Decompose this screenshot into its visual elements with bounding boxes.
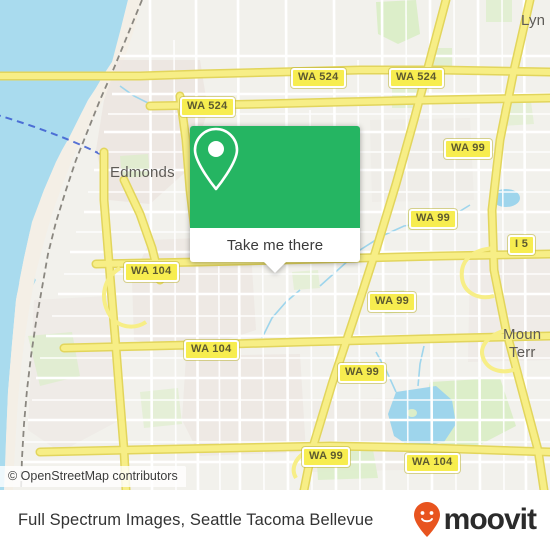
popup-tail-pointer <box>264 262 286 273</box>
map-screenshot: Edmonds Lyn Moun Terr WA 524 WA 524 WA 5… <box>0 0 550 550</box>
take-me-there-label: Take me there <box>226 236 324 254</box>
route-shield-wa99-d[interactable]: WA 99 <box>338 363 387 383</box>
route-shield-wa99-b[interactable]: WA 99 <box>409 209 458 229</box>
moovit-logo[interactable]: moovit <box>412 501 537 539</box>
route-shield-wa104-c[interactable]: WA 104 <box>405 453 460 473</box>
route-shield-wa524-a[interactable]: WA 524 <box>291 68 346 88</box>
route-shield-wa104-b[interactable]: WA 104 <box>184 340 239 360</box>
moovit-wordmark: moovit <box>443 503 537 536</box>
map-pin-icon <box>193 127 239 191</box>
water-lake-ballinger <box>388 386 456 448</box>
route-shield-wa99-c[interactable]: WA 99 <box>368 292 417 312</box>
location-popup-card[interactable]: Take me there <box>190 126 360 273</box>
footer-title: Full Spectrum Images, Seattle Tacoma Bel… <box>18 510 374 529</box>
osm-attribution[interactable]: © OpenStreetMap contributors <box>0 466 186 487</box>
route-shield-wa104-a[interactable]: WA 104 <box>124 262 179 282</box>
route-shield-wa99-a[interactable]: WA 99 <box>444 139 493 159</box>
map-canvas[interactable]: Edmonds Lyn Moun Terr WA 524 WA 524 WA 5… <box>0 0 550 490</box>
route-shield-wa524-b[interactable]: WA 524 <box>389 68 444 88</box>
route-shield-wa99-e[interactable]: WA 99 <box>302 447 351 467</box>
popup-header <box>190 126 360 228</box>
popup-footer[interactable]: Take me there <box>190 228 360 262</box>
footer-bar: Full Spectrum Images, Seattle Tacoma Bel… <box>0 490 550 550</box>
route-shield-i5[interactable]: I 5 <box>508 235 536 255</box>
moovit-pin-smiley-icon <box>413 502 440 537</box>
route-shield-wa524-c[interactable]: WA 524 <box>180 97 235 117</box>
lake-island <box>407 409 417 417</box>
